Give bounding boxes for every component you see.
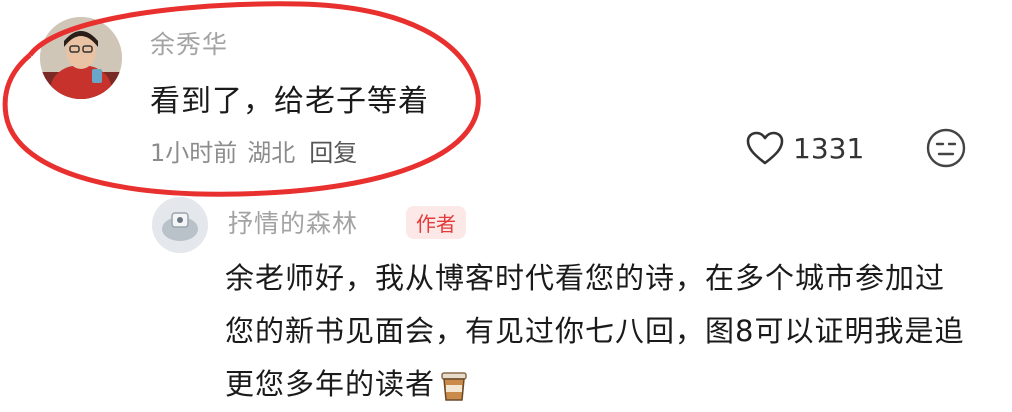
- heart-outline-icon: [746, 131, 784, 165]
- like-button[interactable]: 1331: [745, 130, 864, 166]
- reply-button[interactable]: 回复: [309, 139, 357, 167]
- commenter-username[interactable]: 余秀华: [150, 25, 228, 61]
- commenter-avatar[interactable]: [40, 17, 122, 99]
- comment-text: 看到了，给老子等着: [150, 84, 429, 119]
- reply-username[interactable]: 抒情的森林: [228, 204, 358, 240]
- reply-avatar[interactable]: [152, 197, 208, 253]
- comment-time: 1小时前: [150, 139, 238, 167]
- reply-text: 余老师好，我从博客时代看您的诗，在多个城市参加过您的新书见面会，有见过你七八回，…: [225, 261, 965, 401]
- author-badge: 作者: [406, 206, 466, 239]
- expressionless-face-icon[interactable]: [925, 127, 967, 169]
- reply-text-block: 余老师好，我从博客时代看您的诗，在多个城市参加过您的新书见面会，有见过你七八回，…: [225, 252, 965, 411]
- like-count: 1331: [793, 131, 865, 165]
- coffee-cup-icon: [441, 372, 467, 401]
- comment-location: 湖北: [247, 139, 296, 167]
- comment-meta: 1小时前 湖北 回复: [150, 133, 357, 168]
